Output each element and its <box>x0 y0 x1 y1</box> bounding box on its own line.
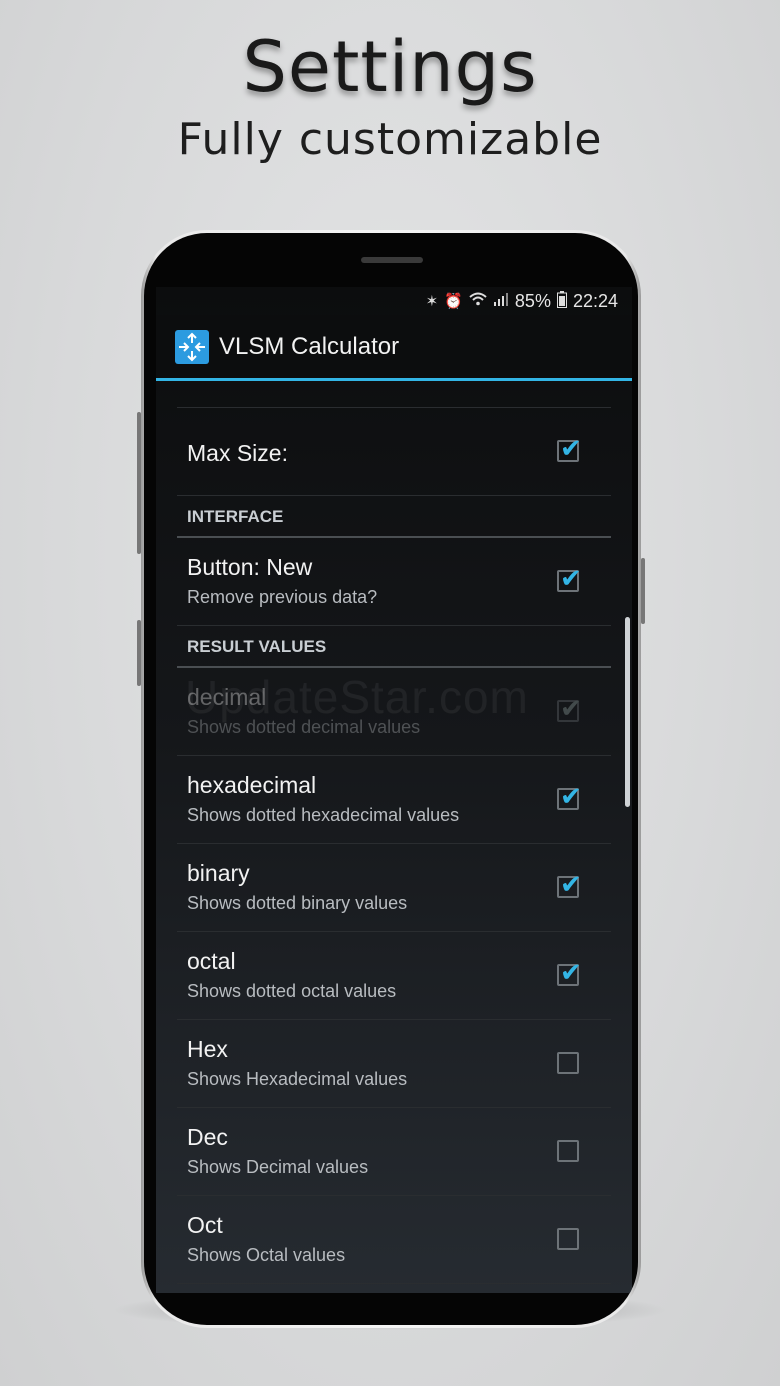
check-icon: ✔ <box>560 957 582 987</box>
check-icon: ✔ <box>560 433 582 463</box>
pref-summary: Shows Hexadecimal values <box>187 1069 408 1089</box>
category-interface: INTERFACE <box>177 496 611 538</box>
device-screen: ✶ ⏰ 85% 22:24 VLSM Calculator Max Size: … <box>156 287 632 1293</box>
phone-frame: ✶ ⏰ 85% 22:24 VLSM Calculator Max Size: … <box>137 230 645 1328</box>
check-icon: ✔ <box>560 869 582 899</box>
pref-octal[interactable]: octal Shows dotted octal values ✔ <box>177 932 611 1020</box>
pref-title: Dec <box>187 1124 228 1150</box>
pref-summary: Shows Decimal values <box>187 1157 369 1177</box>
pref-hexadecimal[interactable]: hexadecimal Shows dotted hexadecimal val… <box>177 756 611 844</box>
hex-checkbox[interactable] <box>557 1052 579 1074</box>
dec-checkbox[interactable] <box>557 1140 579 1162</box>
pref-dec[interactable]: Dec Shows Decimal values <box>177 1108 611 1196</box>
oct-checkbox[interactable] <box>557 1228 579 1250</box>
pref-hex[interactable]: Hex Shows Hexadecimal values <box>177 1020 611 1108</box>
app-logo-icon <box>175 329 209 364</box>
pref-title: Hex <box>187 1036 228 1062</box>
status-bar: ✶ ⏰ 85% 22:24 <box>156 287 632 315</box>
pref-summary: Shows Octal values <box>187 1245 346 1265</box>
hexadecimal-checkbox[interactable]: ✔ <box>557 783 582 810</box>
pref-title: hexadecimal <box>187 772 317 798</box>
alarm-icon: ⏰ <box>444 293 463 310</box>
pref-binary[interactable]: binary Shows dotted binary values ✔ <box>177 844 611 932</box>
phone-body: ✶ ⏰ 85% 22:24 VLSM Calculator Max Size: … <box>144 233 638 1325</box>
pref-title: Max Size: <box>187 440 288 466</box>
battery-percent: 85% <box>514 290 551 311</box>
settings-list[interactable]: Max Size: ✔ INTERFACE Button: New Remove… <box>156 407 632 1284</box>
pref-title: Button: New <box>187 554 313 580</box>
pref-summary: Shows dotted binary values <box>187 893 408 913</box>
category-result-values: RESULT VALUES <box>177 626 611 668</box>
promo-title: Settings <box>242 26 538 108</box>
earpiece-speaker <box>361 257 423 263</box>
octal-checkbox[interactable]: ✔ <box>557 959 582 986</box>
check-icon: ✔ <box>560 693 582 723</box>
wifi-icon <box>469 292 487 310</box>
decimal-checkbox: ✔ <box>557 695 582 722</box>
pref-max-size[interactable]: Max Size: ✔ <box>177 408 611 496</box>
power-button <box>641 558 645 624</box>
pref-title: Oct <box>187 1212 223 1238</box>
pref-title: binary <box>187 860 250 886</box>
bluetooth-icon: ✶ <box>425 293 439 310</box>
action-bar: VLSM Calculator <box>156 315 632 381</box>
battery-icon <box>556 290 567 312</box>
promo-subtitle: Fully customizable <box>177 114 603 165</box>
pref-oct[interactable]: Oct Shows Octal values <box>177 1196 611 1284</box>
check-icon: ✔ <box>560 563 582 593</box>
app-title: VLSM Calculator <box>219 332 400 360</box>
pref-title: octal <box>187 948 236 974</box>
volume-button <box>137 412 141 554</box>
scrollbar[interactable] <box>625 617 630 807</box>
pref-summary: Shows dotted hexadecimal values <box>187 805 460 825</box>
pref-button-new[interactable]: Button: New Remove previous data? ✔ <box>177 538 611 626</box>
check-icon: ✔ <box>560 781 582 811</box>
pref-summary: Remove previous data? <box>187 587 378 607</box>
clock: 22:24 <box>572 290 618 311</box>
watermark: UpdateStar.com <box>185 671 529 723</box>
bixby-button <box>137 620 141 686</box>
button-new-checkbox[interactable]: ✔ <box>557 565 582 592</box>
pref-summary: Shows dotted octal values <box>187 981 397 1001</box>
max-size-checkbox[interactable]: ✔ <box>557 435 582 462</box>
binary-checkbox[interactable]: ✔ <box>557 871 582 898</box>
signal-icon <box>493 292 509 310</box>
